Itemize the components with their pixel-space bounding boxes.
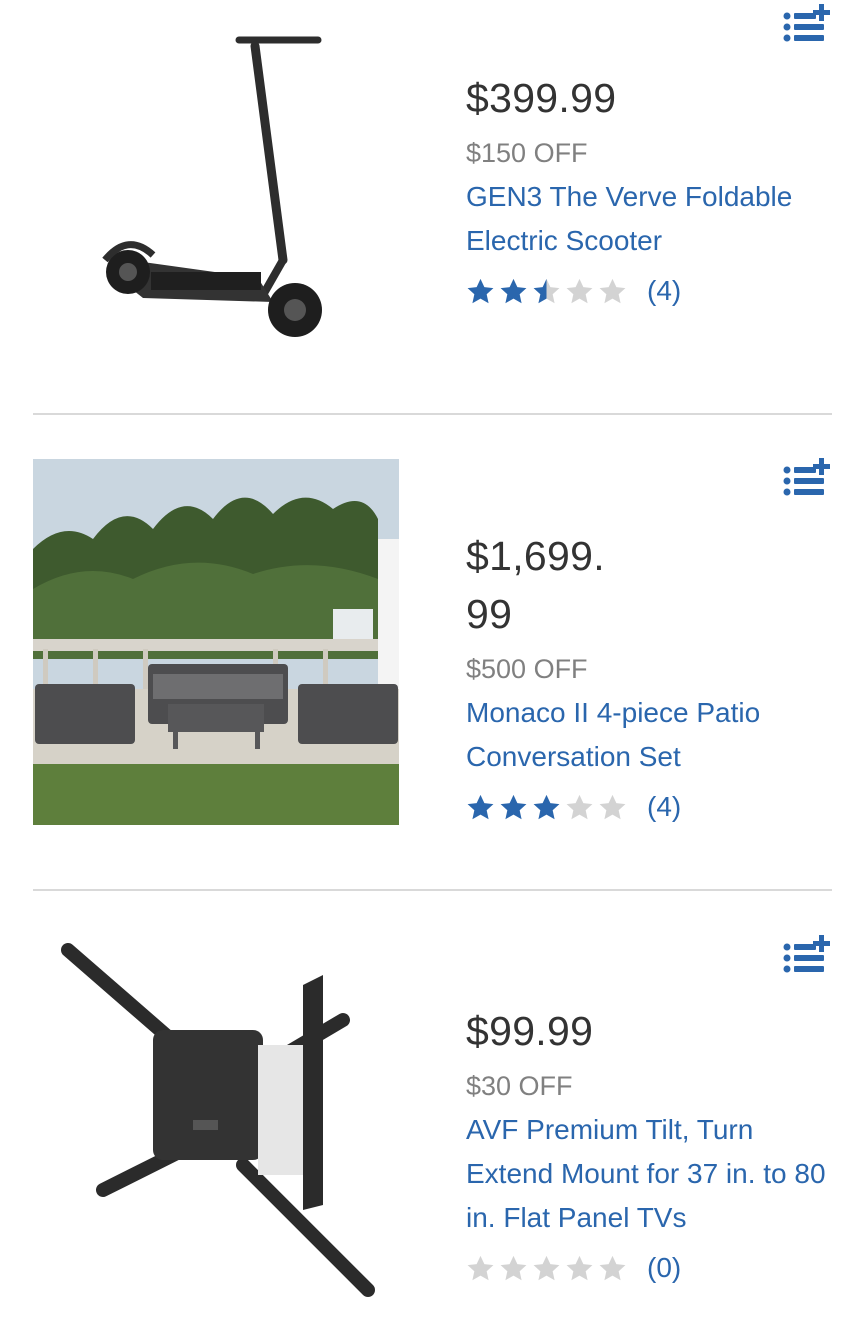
product-info: $99.99 $30 OFF AVF Premium Tilt, Turn Ex… xyxy=(466,1002,836,1286)
product-rating[interactable]: (0) xyxy=(466,1250,836,1286)
product-discount: $150 OFF xyxy=(466,138,588,168)
star-rating xyxy=(466,793,627,822)
product-card: $1,699. 99 $500 OFF Monaco II 4-piece Pa… xyxy=(0,415,864,890)
star-rating xyxy=(466,1254,627,1283)
star-empty-icon xyxy=(566,794,593,819)
product-discount: $30 OFF xyxy=(466,1071,573,1101)
review-count[interactable]: (4) xyxy=(647,275,681,307)
tv-mount-illustration xyxy=(33,935,399,1301)
product-rating[interactable]: (4) xyxy=(466,273,836,309)
product-image-patio[interactable] xyxy=(33,459,399,825)
star-filled-icon xyxy=(500,794,527,819)
star-empty-icon xyxy=(467,1255,494,1280)
star-empty-icon xyxy=(566,278,593,303)
star-empty-icon xyxy=(566,1255,593,1280)
star-empty-icon xyxy=(599,278,626,303)
add-to-list-icon xyxy=(783,935,830,973)
add-to-list-icon xyxy=(783,4,830,42)
star-half-icon xyxy=(533,278,560,303)
add-to-list-button[interactable] xyxy=(780,458,832,498)
star-filled-icon xyxy=(500,278,527,303)
add-to-list-button[interactable] xyxy=(780,935,832,975)
product-image-tv-mount[interactable] xyxy=(33,935,399,1301)
product-name-link[interactable]: GEN3 The Verve Foldable Electric Scooter xyxy=(466,175,836,263)
product-price: $1,699. 99 xyxy=(466,533,605,637)
product-price: $399.99 xyxy=(466,75,617,121)
star-empty-icon xyxy=(599,794,626,819)
review-count[interactable]: (4) xyxy=(647,791,681,823)
product-card: $99.99 $30 OFF AVF Premium Tilt, Turn Ex… xyxy=(0,891,864,1335)
star-empty-icon xyxy=(533,1255,560,1280)
product-rating[interactable]: (4) xyxy=(466,789,836,825)
product-info: $1,699. 99 $500 OFF Monaco II 4-piece Pa… xyxy=(466,527,836,825)
product-name-link[interactable]: Monaco II 4-piece Patio Conversation Set xyxy=(466,691,836,779)
review-count[interactable]: (0) xyxy=(647,1252,681,1284)
product-info: $399.99 $150 OFF GEN3 The Verve Foldable… xyxy=(466,69,836,309)
scooter-illustration xyxy=(33,10,399,376)
product-image-scooter[interactable] xyxy=(33,10,399,376)
product-name-link[interactable]: AVF Premium Tilt, Turn Extend Mount for … xyxy=(466,1108,836,1240)
product-discount: $500 OFF xyxy=(466,654,588,684)
star-empty-icon xyxy=(500,1255,527,1280)
star-filled-icon xyxy=(467,278,494,303)
star-empty-icon xyxy=(599,1255,626,1280)
add-to-list-icon xyxy=(783,458,830,496)
star-rating xyxy=(466,277,627,306)
patio-illustration xyxy=(33,459,399,825)
star-filled-icon xyxy=(467,794,494,819)
product-card: $399.99 $150 OFF GEN3 The Verve Foldable… xyxy=(0,0,864,410)
star-filled-icon xyxy=(533,794,560,819)
add-to-list-button[interactable] xyxy=(780,4,832,44)
product-price: $99.99 xyxy=(466,1008,594,1054)
